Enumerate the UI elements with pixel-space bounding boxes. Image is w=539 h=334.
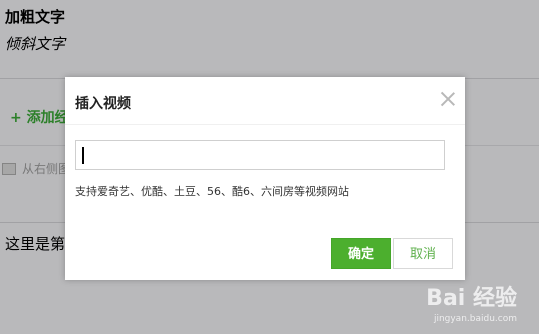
watermark-url: jingyan.baidu.com bbox=[433, 314, 517, 324]
dialog-title: 插入视频 bbox=[75, 96, 131, 112]
cancel-button[interactable]: 取消 bbox=[393, 238, 453, 269]
watermark-logo: Bai 经验 bbox=[426, 286, 517, 311]
baidu-jingyan-watermark: Bai 经验 jingyan.baidu.com bbox=[426, 280, 517, 324]
supported-sites-text: 支持爱奇艺、优酷、土豆、56、酷6、六间房等视频网站 bbox=[75, 185, 349, 198]
video-url-input[interactable] bbox=[75, 140, 445, 170]
insert-video-dialog: 插入视频 支持爱奇艺、优酷、土豆、56、酷6、六间房等视频网站 确定 取消 bbox=[65, 77, 465, 280]
confirm-button[interactable]: 确定 bbox=[331, 238, 391, 269]
text-caret bbox=[82, 147, 84, 164]
close-icon[interactable] bbox=[439, 90, 457, 108]
divider bbox=[65, 124, 465, 125]
